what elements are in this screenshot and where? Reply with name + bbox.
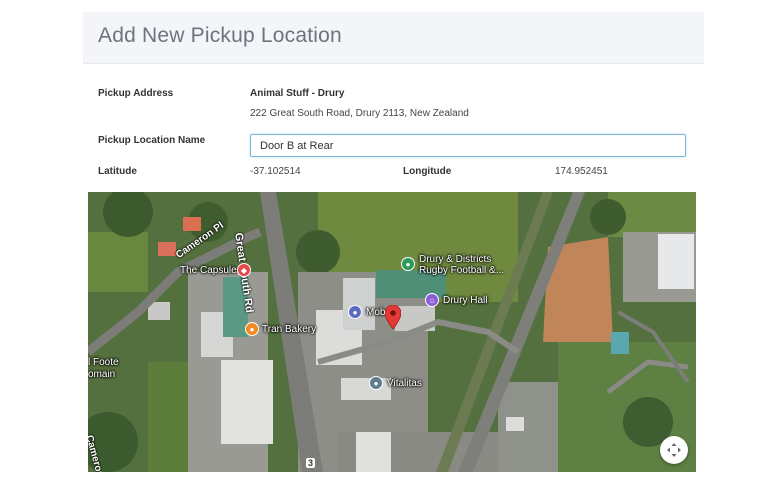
- pickup-address-label: Pickup Address: [98, 88, 174, 99]
- place-rugby-icon[interactable]: ●: [401, 257, 415, 271]
- place-label-vitalitas: Vitalitas: [387, 378, 422, 389]
- address-name: Animal Stuff - Drury: [250, 88, 345, 99]
- map-fullscreen-button[interactable]: [660, 436, 688, 464]
- place-label-drury-hall: Drury Hall: [443, 295, 488, 306]
- place-mob-icon[interactable]: ●: [348, 305, 362, 319]
- map-view[interactable]: Great South Rd Cameron Pl Cameron 3 The …: [88, 192, 696, 472]
- longitude-label: Longitude: [403, 166, 452, 177]
- place-label-rugby-line1: Drury & Districts: [419, 254, 492, 265]
- latitude-label: Latitude: [98, 166, 137, 177]
- place-capsule-icon[interactable]: ◆: [237, 263, 251, 277]
- page-title: Add New Pickup Location: [98, 24, 342, 47]
- map-satellite-imagery: [88, 192, 696, 472]
- fullscreen-icon: [667, 443, 681, 457]
- place-label-foote-line1: l Foote: [88, 357, 119, 368]
- place-label-rugby-line2: Rugby Football &...: [419, 265, 505, 276]
- longitude-value: 174.952451: [555, 166, 608, 177]
- location-name-input[interactable]: [250, 134, 686, 157]
- place-label-capsule: The Capsule: [180, 265, 237, 276]
- location-name-label: Pickup Location Name: [98, 135, 206, 146]
- road-label-number: 3: [306, 458, 316, 468]
- location-marker-pin-icon[interactable]: [385, 305, 401, 329]
- place-label-foote-line2: omain: [88, 369, 116, 380]
- place-label-mob: Mob: [366, 307, 386, 318]
- place-drury-hall-icon[interactable]: ⌂: [425, 293, 439, 307]
- place-bakery-icon[interactable]: ●: [245, 322, 259, 336]
- place-vitalitas-icon[interactable]: ●: [369, 376, 383, 390]
- latitude-value: -37.102514: [250, 166, 301, 177]
- panel-header: Add New Pickup Location: [83, 12, 704, 64]
- place-label-bakery: Tran Bakery: [262, 324, 317, 335]
- address-line: 222 Great South Road, Drury 2113, New Ze…: [250, 108, 469, 119]
